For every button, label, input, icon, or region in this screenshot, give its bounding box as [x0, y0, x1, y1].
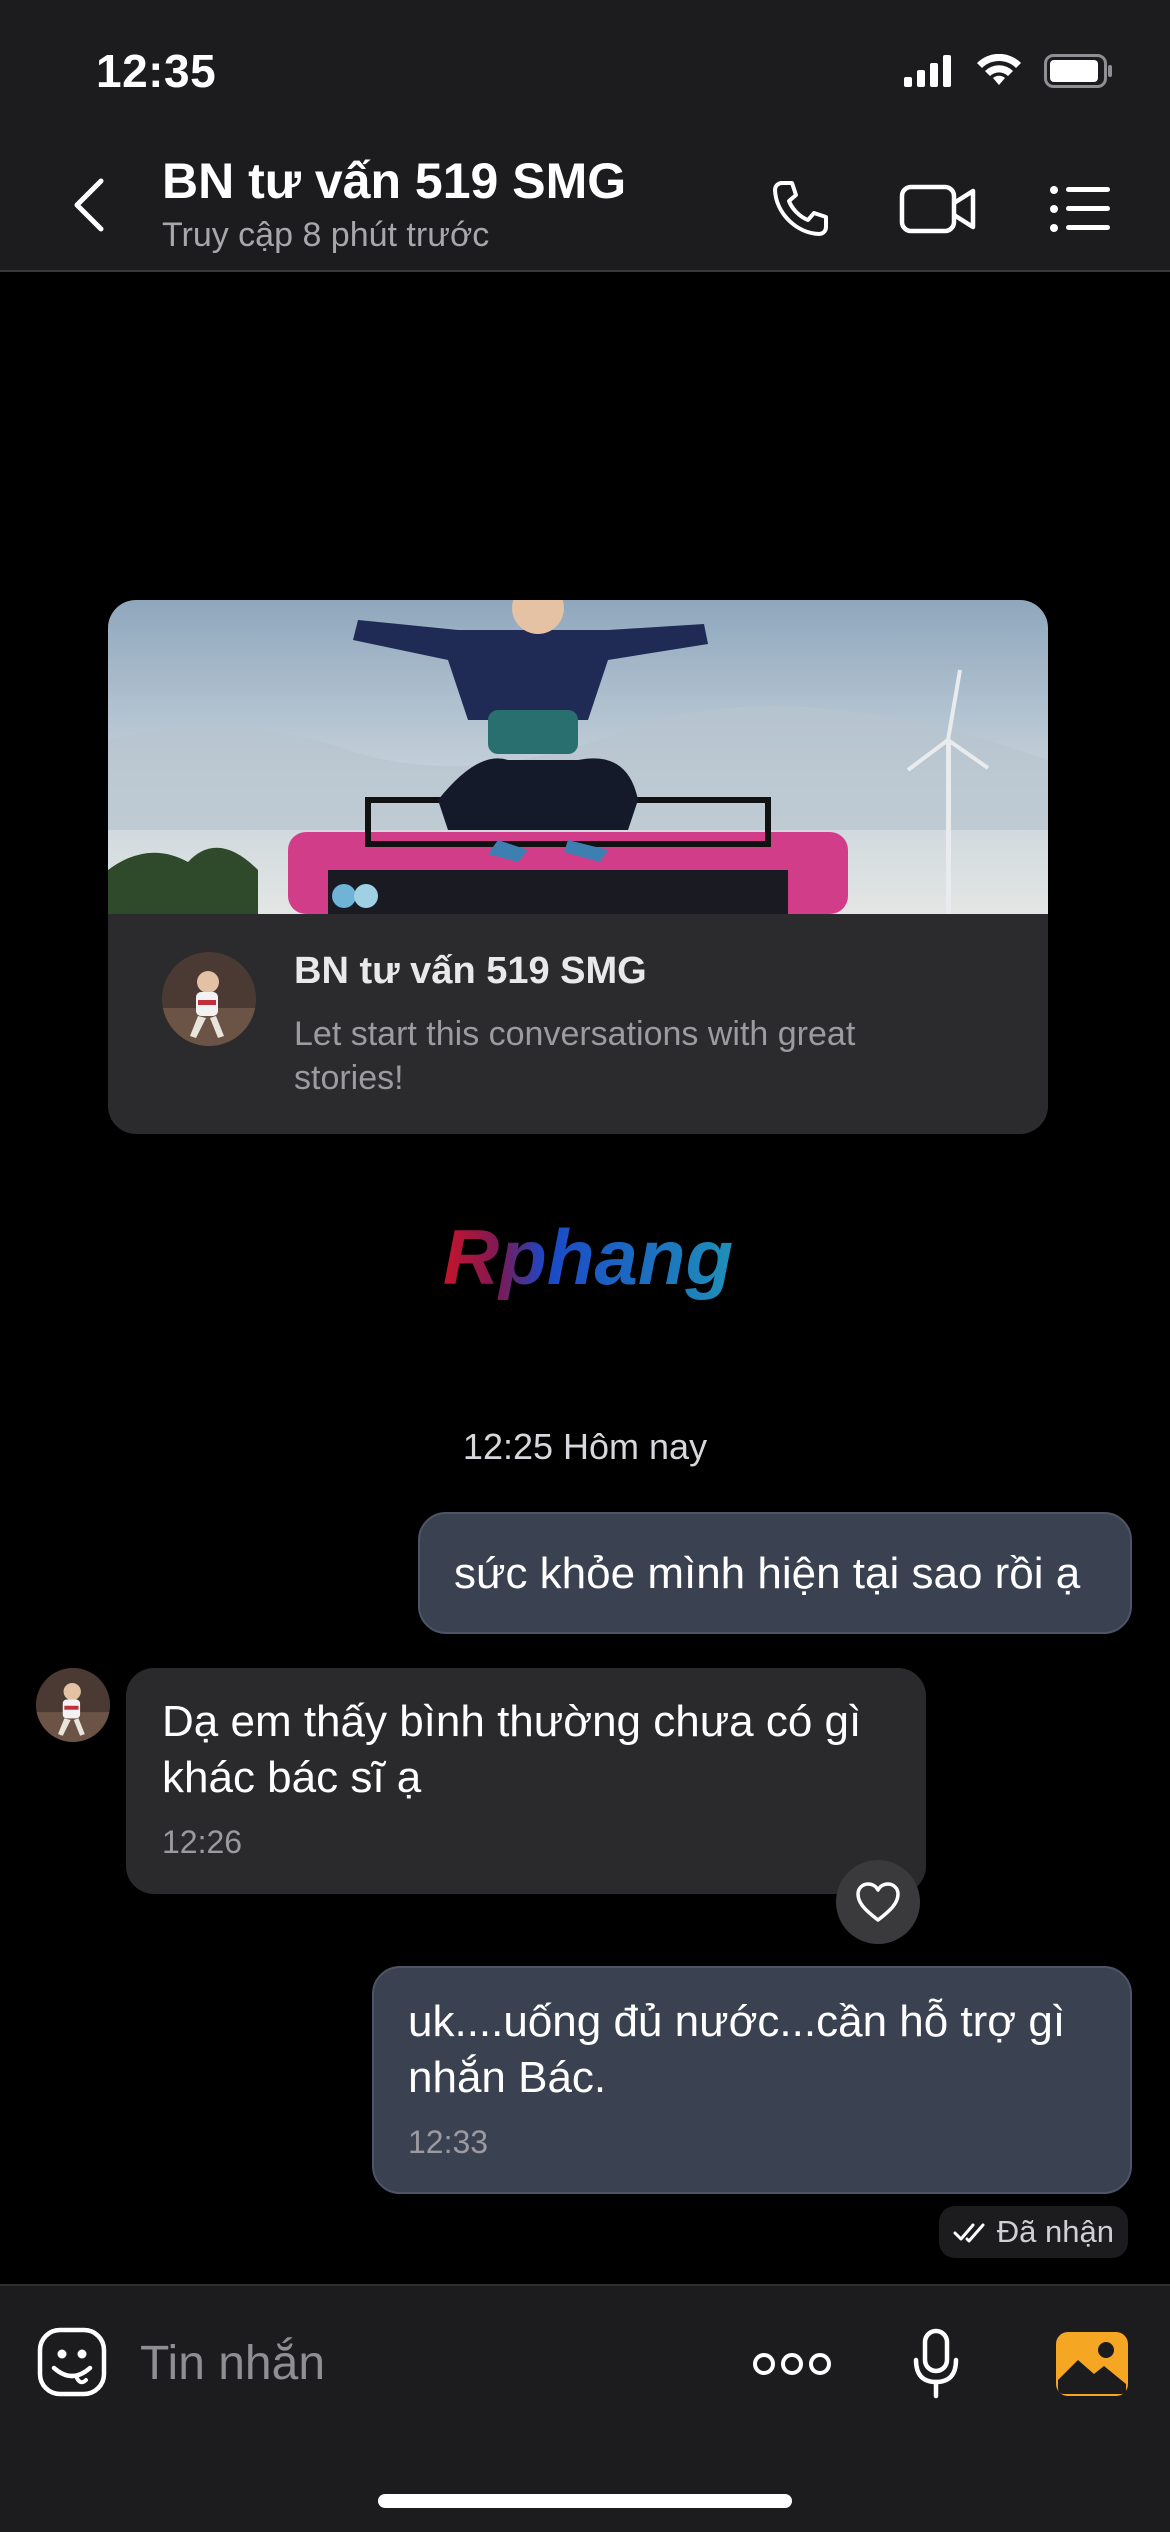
heart-icon	[856, 1882, 900, 1922]
card-description: Let start this conversations with great …	[294, 1015, 856, 1097]
message-time: 12:33	[408, 2124, 489, 2160]
video-call-button[interactable]	[898, 174, 978, 244]
more-dots-icon	[753, 2353, 831, 2375]
voice-call-button[interactable]	[760, 174, 840, 244]
microphone-icon	[913, 2328, 959, 2399]
message-text: sức khỏe mình hiện tại sao rồi ạ	[454, 1549, 1081, 1598]
card-name: BN tư vấn 519 SMG	[294, 950, 647, 992]
logo-text: Rphang	[443, 1214, 733, 1301]
status-bar: 12:35	[0, 0, 1170, 140]
avatar-image	[162, 952, 256, 1046]
chat-header: BN tư vấn 519 SMG Truy cập 8 phút trước	[0, 140, 1170, 272]
outgoing-message[interactable]: uk....uống đủ nước...cần hỗ trợ gì nhắn …	[372, 1966, 1132, 2194]
avatar-image	[36, 1668, 110, 1742]
video-camera-icon	[899, 184, 976, 234]
menu-button[interactable]	[1040, 174, 1120, 244]
card-avatar[interactable]	[162, 952, 256, 1046]
signal-icon	[904, 55, 951, 87]
phone-icon	[773, 181, 828, 236]
battery-icon	[1044, 54, 1112, 88]
incoming-message[interactable]: Dạ em thấy bình thường chưa có gì khác b…	[126, 1668, 926, 1894]
more-options-button[interactable]	[752, 2324, 832, 2404]
list-menu-icon	[1050, 186, 1110, 232]
back-button[interactable]	[58, 170, 118, 240]
cover-photo	[108, 600, 1048, 914]
home-indicator[interactable]	[378, 2494, 792, 2508]
message-input[interactable]	[140, 2328, 700, 2398]
date-separator: 12:25 Hôm nay	[462, 1426, 708, 1467]
voice-record-button[interactable]	[896, 2324, 976, 2404]
last-seen: Truy cập 8 phút trước	[162, 216, 490, 254]
chevron-left-icon	[74, 178, 104, 232]
photo-picker-button[interactable]	[1052, 2324, 1132, 2404]
double-check-icon	[953, 2223, 985, 2243]
delivery-status: Đã nhận	[938, 2206, 1128, 2258]
status-icons	[904, 54, 1114, 88]
message-text: Dạ em thấy bình thường chưa có gì khác b…	[162, 1697, 862, 1802]
profile-card[interactable]: BN tư vấn 519 SMG Let start this convers…	[108, 600, 1048, 1134]
contact-name[interactable]: BN tư vấn 519 SMG	[162, 152, 626, 210]
message-text: uk....uống đủ nước...cần hỗ trợ gì nhắn …	[408, 1997, 1066, 2102]
image-gallery-icon	[1056, 2332, 1128, 2396]
message-time: 12:26	[162, 1824, 243, 1860]
delivery-status-text: Đã nhận	[996, 2214, 1114, 2249]
rphang-logo: Rphang	[443, 1214, 733, 1301]
wifi-icon	[977, 54, 1021, 85]
reaction-button[interactable]	[836, 1860, 920, 1944]
status-time: 12:35	[96, 45, 217, 97]
sticker-emoji-icon[interactable]	[36, 2326, 108, 2398]
outgoing-message[interactable]: sức khỏe mình hiện tại sao rồi ạ	[418, 1512, 1132, 1634]
sender-avatar[interactable]	[36, 1668, 110, 1742]
